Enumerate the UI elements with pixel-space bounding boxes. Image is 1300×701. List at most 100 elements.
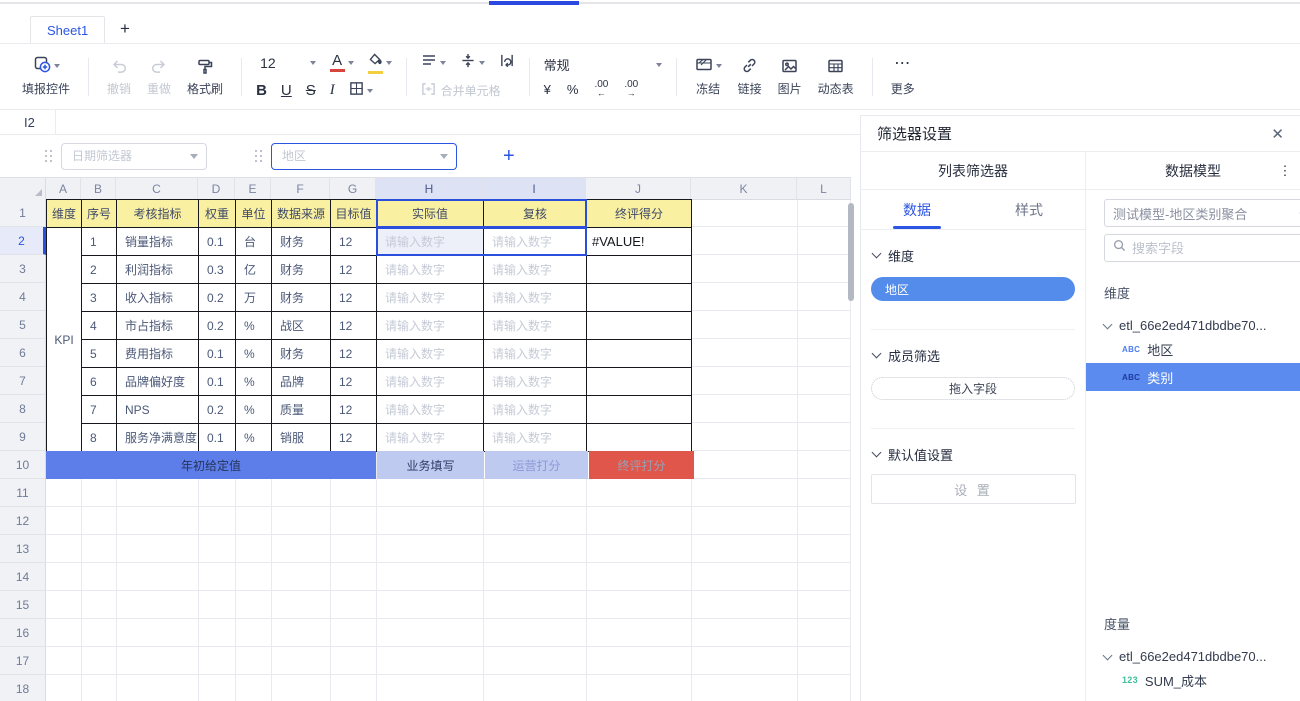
region-filter-widget[interactable] <box>271 143 457 170</box>
cell[interactable] <box>587 396 692 424</box>
dimension-group-node[interactable]: etl_66e2ed471dbdbe70... <box>1104 318 1300 333</box>
cell[interactable]: 收入指标 <box>117 284 199 312</box>
cell[interactable]: 销服 <box>272 424 331 452</box>
footer-final-cell[interactable]: 终评打分 <box>589 451 694 479</box>
cell[interactable]: 品牌 <box>272 368 331 396</box>
cell[interactable]: 利润指标 <box>117 256 199 284</box>
cell[interactable]: 12 <box>331 368 377 396</box>
drop-field-zone[interactable]: 拖入字段 <box>871 377 1075 400</box>
redo-button[interactable]: 重做 <box>139 57 179 97</box>
font-color-button[interactable]: A <box>330 53 354 72</box>
cell[interactable]: 权重 <box>199 200 236 228</box>
cell[interactable] <box>587 312 692 340</box>
column-header[interactable]: I <box>483 178 586 200</box>
drag-handle-icon[interactable] <box>255 150 263 163</box>
number-format-select[interactable]: 常规 <box>544 55 662 74</box>
section-dimension[interactable]: 维度 <box>861 247 1085 263</box>
column-header[interactable]: D <box>198 178 235 200</box>
image-button[interactable]: 图片 <box>770 57 810 97</box>
row-header[interactable]: 16 <box>0 619 46 647</box>
column-header[interactable]: H <box>376 178 483 200</box>
cell[interactable]: 5 <box>82 340 117 368</box>
row-header[interactable]: 4 <box>0 283 46 311</box>
cell[interactable]: 请输入数字 <box>377 228 484 256</box>
measure-group-node[interactable]: etl_66e2ed471dbdbe70... <box>1104 649 1300 664</box>
cell[interactable]: 0.1 <box>199 424 236 452</box>
column-header[interactable]: A <box>46 178 81 200</box>
cell[interactable]: 请输入数字 <box>484 424 587 452</box>
cell[interactable] <box>587 340 692 368</box>
cell[interactable]: 2 <box>82 256 117 284</box>
tab-sheet1[interactable]: Sheet1 <box>30 16 105 43</box>
cell[interactable]: 财务 <box>272 256 331 284</box>
cell[interactable]: 12 <box>331 424 377 452</box>
cell[interactable]: % <box>236 396 272 424</box>
format-painter-button[interactable]: 格式刷 <box>179 57 231 97</box>
cell[interactable]: 请输入数字 <box>377 424 484 452</box>
drag-handle-icon[interactable] <box>45 150 53 163</box>
cell[interactable]: 复核 <box>484 200 587 228</box>
column-header[interactable]: J <box>586 178 691 200</box>
cell[interactable]: 12 <box>331 396 377 424</box>
cell[interactable]: 0.2 <box>199 396 236 424</box>
cell[interactable]: 0.1 <box>199 340 236 368</box>
section-member-filter[interactable]: 成员筛选 <box>861 347 1085 363</box>
cell[interactable]: 单位 <box>236 200 272 228</box>
link-button[interactable]: 链接 <box>730 57 770 97</box>
undo-button[interactable]: 撤销 <box>99 57 139 97</box>
model-select[interactable]: 测试模型-地区类别聚合 <box>1104 199 1300 227</box>
row-header[interactable]: 6 <box>0 339 46 367</box>
cell[interactable]: 7 <box>82 396 117 424</box>
cell[interactable]: 万 <box>236 284 272 312</box>
cell[interactable] <box>587 284 692 312</box>
row-header[interactable]: 9 <box>0 423 46 451</box>
column-header[interactable]: F <box>271 178 330 200</box>
row-header[interactable]: 15 <box>0 591 46 619</box>
field-item-sum-quantity[interactable]: 123 SUM_数量 <box>1086 696 1300 701</box>
cell[interactable]: 目标值 <box>331 200 377 228</box>
cell[interactable]: 12 <box>331 256 377 284</box>
cell[interactable]: 考核指标 <box>117 200 199 228</box>
column-header[interactable]: K <box>691 178 797 200</box>
cell[interactable]: 财务 <box>272 340 331 368</box>
cell[interactable]: 战区 <box>272 312 331 340</box>
cell[interactable]: 请输入数字 <box>484 256 587 284</box>
row-header[interactable]: 13 <box>0 535 46 563</box>
field-item-category[interactable]: ABC 类别 <box>1086 363 1300 391</box>
cell[interactable]: 0.1 <box>199 228 236 256</box>
footer-operation-cell[interactable]: 运营打分 <box>485 451 588 479</box>
cell[interactable]: 财务 <box>272 228 331 256</box>
italic-button[interactable]: I <box>330 83 335 98</box>
cell[interactable]: 1 <box>82 228 117 256</box>
cell[interactable]: % <box>236 312 272 340</box>
row-header[interactable]: 1 <box>0 199 46 227</box>
cell[interactable]: 6 <box>82 368 117 396</box>
row-header[interactable]: 8 <box>0 395 46 423</box>
region-filter-input[interactable] <box>271 143 457 170</box>
percent-button[interactable]: % <box>567 82 579 97</box>
cell[interactable]: 请输入数字 <box>377 256 484 284</box>
cell[interactable]: 12 <box>331 284 377 312</box>
date-filter-input[interactable] <box>61 143 207 170</box>
dimension-chip-region[interactable]: 地区 <box>871 277 1075 301</box>
row-header[interactable]: 18 <box>0 675 46 701</box>
cell[interactable]: 12 <box>331 312 377 340</box>
more-button[interactable]: ⋯ 更多 <box>883 57 923 97</box>
add-sheet-button[interactable]: + <box>115 19 135 39</box>
cell[interactable]: 费用指标 <box>117 340 199 368</box>
field-item-region[interactable]: ABC 地区 <box>1086 335 1300 363</box>
cell[interactable]: 请输入数字 <box>484 312 587 340</box>
cell[interactable]: 请输入数字 <box>484 340 587 368</box>
font-size-select[interactable]: 12 <box>256 55 316 71</box>
cell[interactable]: % <box>236 424 272 452</box>
cell[interactable]: 数据来源 <box>272 200 331 228</box>
fill-widget-button[interactable]: 填报控件 <box>14 57 78 97</box>
freeze-button[interactable]: 冻结 <box>687 57 730 97</box>
cell[interactable]: 0.3 <box>199 256 236 284</box>
row-header[interactable]: 12 <box>0 507 46 535</box>
strikethrough-button[interactable]: S <box>306 83 316 98</box>
cell[interactable]: 0.2 <box>199 312 236 340</box>
bold-button[interactable]: B <box>256 83 267 98</box>
column-header[interactable]: B <box>81 178 116 200</box>
field-search-box[interactable] <box>1104 234 1300 262</box>
